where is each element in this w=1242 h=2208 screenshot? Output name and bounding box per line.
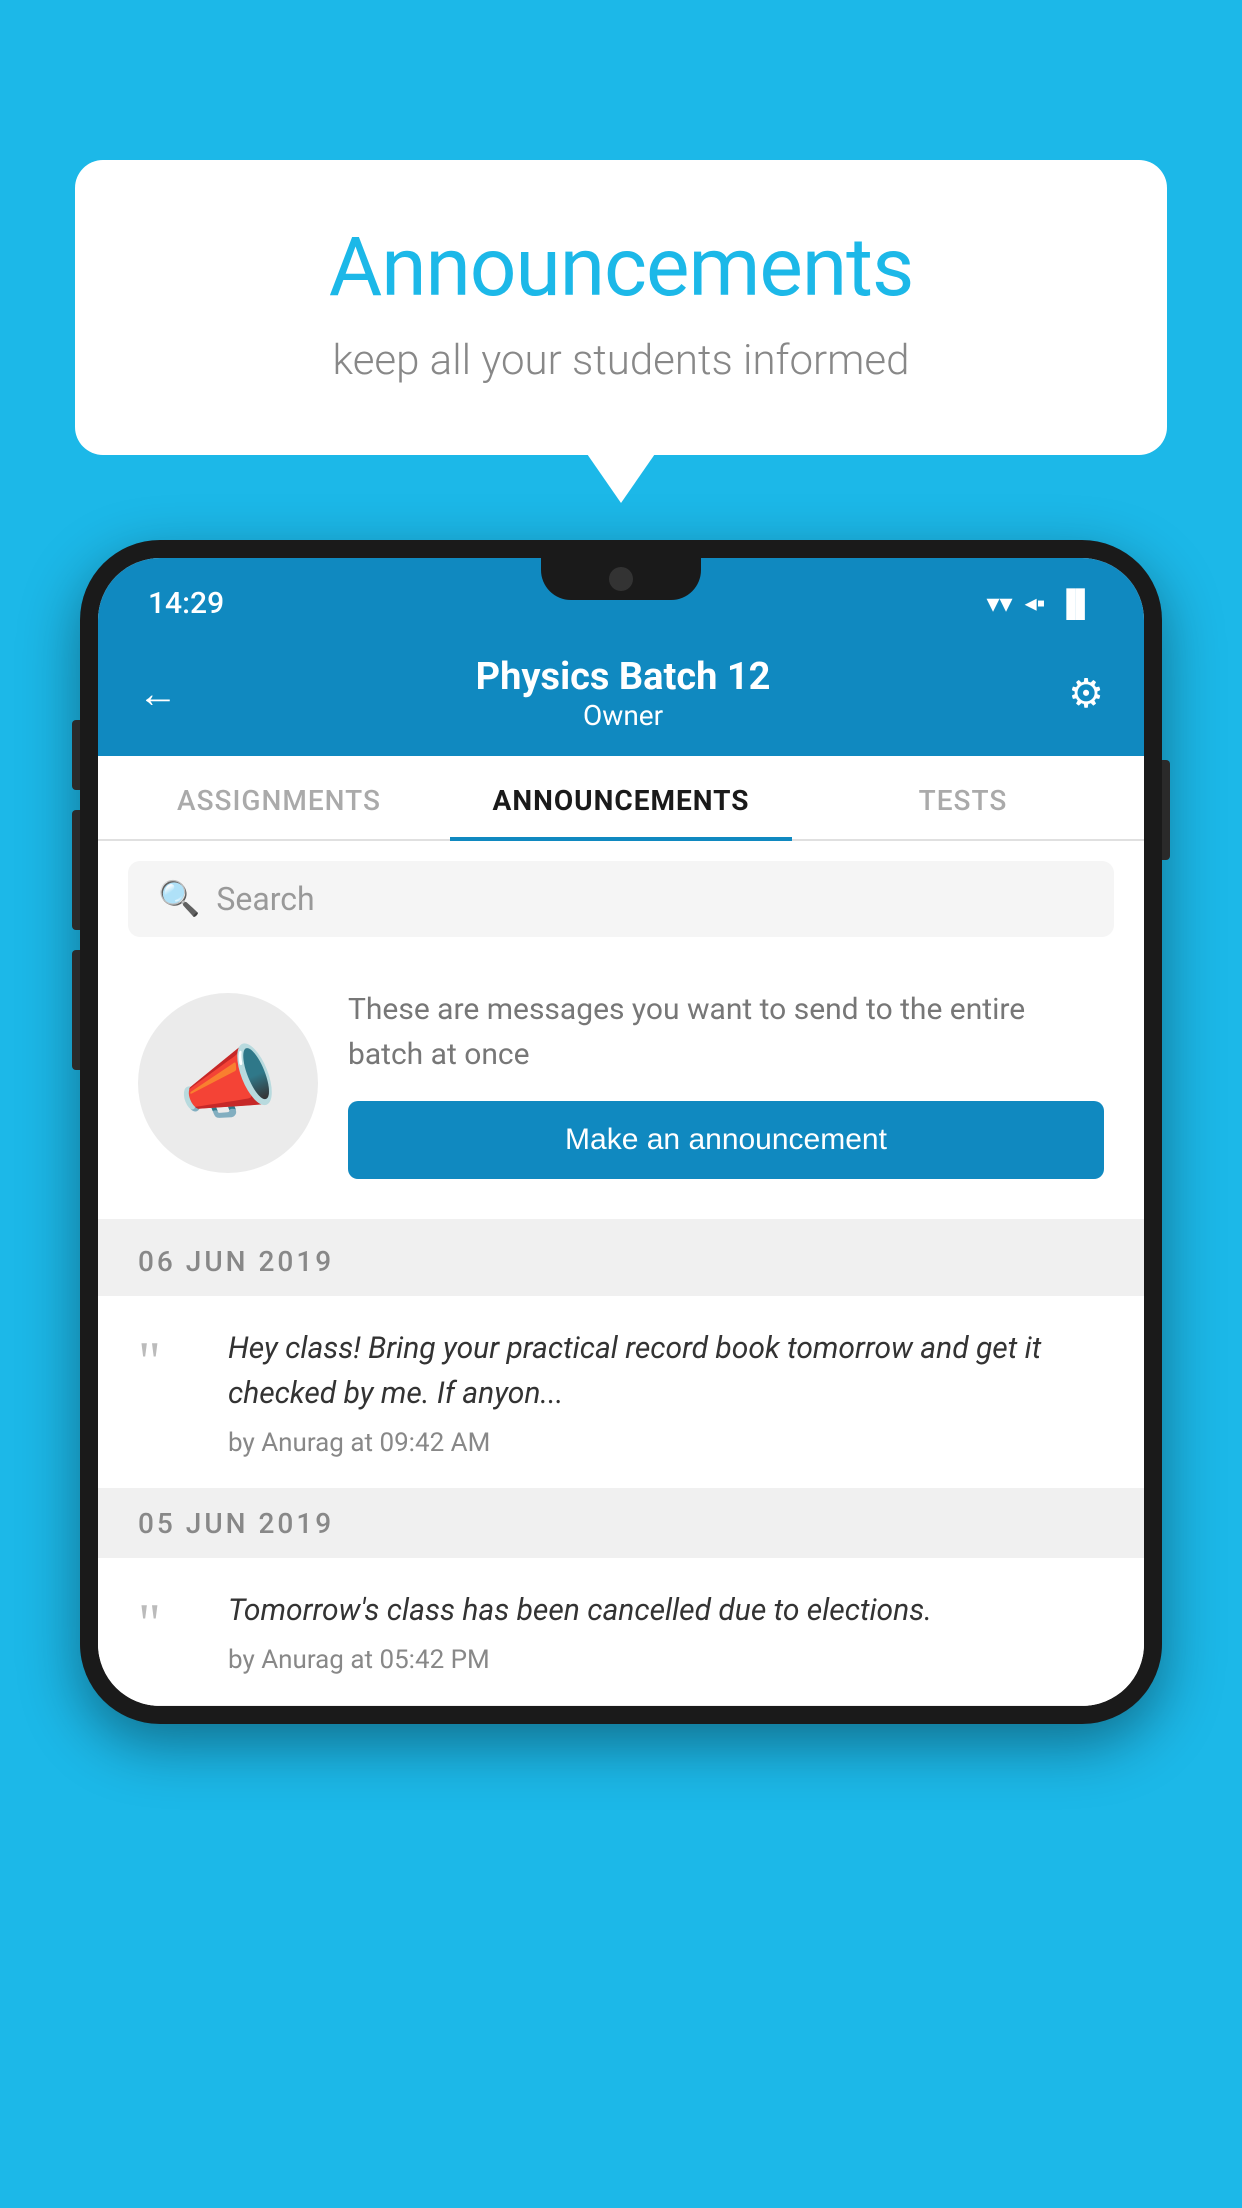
speech-bubble-subtitle: keep all your students informed [155,336,1087,385]
quote-icon-2: " [138,1596,198,1652]
megaphone-icon: 📣 [178,1036,278,1130]
phone-button-left-1 [72,720,80,790]
speech-bubble-title: Announcements [155,220,1087,316]
signal-icon: ◂▪ [1025,589,1046,618]
announcement-text-1: Hey class! Bring your practical record b… [228,1326,1104,1416]
announcement-text-2: Tomorrow's class has been cancelled due … [228,1588,1104,1633]
speech-bubble: Announcements keep all your students inf… [75,160,1167,455]
phone-body: 14:29 ▾▾ ◂▪ ▐▌ ← Physics Batch 12 Owner … [80,540,1162,1724]
tab-tests[interactable]: TESTS [792,756,1134,839]
phone-frame: 14:29 ▾▾ ◂▪ ▐▌ ← Physics Batch 12 Owner … [80,540,1162,2208]
phone-screen: 14:29 ▾▾ ◂▪ ▐▌ ← Physics Batch 12 Owner … [98,558,1144,1706]
tab-announcements[interactable]: ANNOUNCEMENTS [450,756,792,839]
status-time: 14:29 [148,586,224,621]
announcement-content-2: Tomorrow's class has been cancelled due … [228,1588,1104,1675]
promo-content: These are messages you want to send to t… [348,987,1104,1179]
speech-bubble-section: Announcements keep all your students inf… [75,160,1167,455]
battery-icon: ▐▌ [1057,588,1094,619]
phone-button-left-3 [72,950,80,1070]
announcement-meta-2: by Anurag at 05:42 PM [228,1645,1104,1675]
date-label-2: 05 JUN 2019 [138,1507,334,1540]
date-separator-2: 05 JUN 2019 [98,1489,1144,1558]
tabs-bar: ASSIGNMENTS ANNOUNCEMENTS TESTS [98,756,1144,841]
announcement-item-2[interactable]: " Tomorrow's class has been cancelled du… [98,1558,1144,1706]
phone-notch [541,558,701,600]
batch-name: Physics Batch 12 [476,655,771,699]
make-announcement-button[interactable]: Make an announcement [348,1101,1104,1179]
announcement-item-1[interactable]: " Hey class! Bring your practical record… [98,1296,1144,1489]
search-placeholder: Search [216,880,314,918]
phone-button-left-2 [72,810,80,930]
search-container: 🔍 Search [98,841,1144,957]
search-bar[interactable]: 🔍 Search [128,861,1114,937]
date-separator-1: 06 JUN 2019 [98,1227,1144,1296]
phone-button-right [1162,760,1170,860]
megaphone-circle: 📣 [138,993,318,1173]
status-icons: ▾▾ ◂▪ ▐▌ [986,588,1094,619]
header-role: Owner [476,699,771,732]
date-label-1: 06 JUN 2019 [138,1245,334,1278]
promo-card: 📣 These are messages you want to send to… [98,957,1144,1227]
tab-assignments[interactable]: ASSIGNMENTS [108,756,450,839]
app-header: ← Physics Batch 12 Owner ⚙ [98,635,1144,756]
wifi-icon: ▾▾ [986,589,1012,619]
announcement-content-1: Hey class! Bring your practical record b… [228,1326,1104,1458]
quote-icon-1: " [138,1334,198,1390]
announcement-meta-1: by Anurag at 09:42 AM [228,1428,1104,1458]
phone-camera [609,567,633,591]
header-title-group: Physics Batch 12 Owner [476,655,771,732]
search-icon: 🔍 [158,879,200,919]
promo-description: These are messages you want to send to t… [348,987,1104,1077]
settings-icon[interactable]: ⚙ [1068,670,1104,717]
back-button[interactable]: ← [138,670,178,717]
